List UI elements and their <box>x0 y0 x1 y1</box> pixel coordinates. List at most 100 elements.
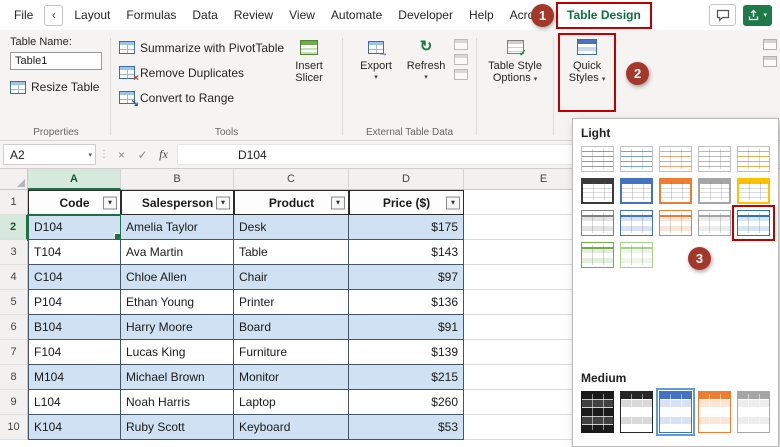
cell-b7[interactable]: Lucas King <box>121 340 234 365</box>
style-thumbnail[interactable] <box>620 210 653 236</box>
cell-b5[interactable]: Ethan Young <box>121 290 234 315</box>
resize-table-button[interactable]: Resize Table <box>10 80 102 94</box>
cell-a2[interactable]: D104 <box>28 215 121 240</box>
style-thumbnail[interactable] <box>659 178 692 204</box>
share-button[interactable]: ▾ <box>743 5 772 26</box>
comments-button[interactable] <box>709 4 736 26</box>
style-thumbnail[interactable] <box>620 242 653 268</box>
tab-formulas[interactable]: Formulas <box>118 0 184 30</box>
cell-d9[interactable]: $260 <box>349 390 464 415</box>
cell-b1[interactable]: Salesperson▾ <box>121 190 234 215</box>
style-thumbnail[interactable] <box>737 391 770 433</box>
cell-a3[interactable]: T104 <box>28 240 121 265</box>
filter-button[interactable]: ▾ <box>103 196 117 209</box>
select-all-corner[interactable] <box>0 169 28 190</box>
cell-b3[interactable]: Ava Martin <box>121 240 234 265</box>
filter-button[interactable]: ▾ <box>216 196 230 209</box>
cell-a4[interactable]: C104 <box>28 265 121 290</box>
cell-d5[interactable]: $136 <box>349 290 464 315</box>
table-name-input[interactable] <box>10 52 102 70</box>
style-thumbnail[interactable] <box>581 391 614 433</box>
cell-a7[interactable]: F104 <box>28 340 121 365</box>
style-thumbnail[interactable] <box>581 242 614 268</box>
row-header-5[interactable]: 5 <box>0 290 28 315</box>
cell-a6[interactable]: B104 <box>28 315 121 340</box>
cell-d3[interactable]: $143 <box>349 240 464 265</box>
cell-a10[interactable]: K104 <box>28 415 121 440</box>
summarize-with-pivottable-button[interactable]: Summarize with PivotTable <box>119 38 284 57</box>
tab-view[interactable]: View <box>281 0 323 30</box>
enter-button[interactable]: ✓ <box>133 148 152 162</box>
cell-b6[interactable]: Harry Moore <box>121 315 234 340</box>
cell-d1[interactable]: Price ($)▾ <box>349 190 464 215</box>
quick-styles-button[interactable]: Quick Styles ▾ <box>562 35 612 86</box>
cell-b2[interactable]: Amelia Taylor <box>121 215 234 240</box>
cell-b8[interactable]: Michael Brown <box>121 365 234 390</box>
row-header-9[interactable]: 9 <box>0 390 28 415</box>
filter-button[interactable]: ▾ <box>331 196 345 209</box>
tab-file[interactable]: File <box>6 0 41 30</box>
cell-a1[interactable]: Code▾ <box>28 190 121 215</box>
style-thumbnail[interactable] <box>581 210 614 236</box>
cell-c1[interactable]: Product▾ <box>234 190 349 215</box>
table-style-options-button[interactable]: ✓ Table Style Options ▾ <box>485 35 545 86</box>
cell-d4[interactable]: $97 <box>349 265 464 290</box>
convert-to-range-button[interactable]: ↘ Convert to Range <box>119 88 284 107</box>
cell-c6[interactable]: Board <box>234 315 349 340</box>
style-thumbnail[interactable] <box>737 210 770 236</box>
column-header-a[interactable]: A <box>28 169 121 190</box>
row-header-4[interactable]: 4 <box>0 265 28 290</box>
tab-acrobat[interactable]: Acrobat <box>502 0 559 30</box>
column-header-b[interactable]: B <box>121 169 234 190</box>
row-header-3[interactable]: 3 <box>0 240 28 265</box>
cell-c7[interactable]: Furniture <box>234 340 349 365</box>
style-thumbnail[interactable] <box>620 391 653 433</box>
style-thumbnail[interactable] <box>698 178 731 204</box>
style-thumbnail[interactable] <box>620 146 653 172</box>
cell-c9[interactable]: Laptop <box>234 390 349 415</box>
cell-b4[interactable]: Chloe Allen <box>121 265 234 290</box>
tab-help[interactable]: Help <box>461 0 502 30</box>
row-header-2[interactable]: 2 <box>0 215 28 240</box>
tab-table-design[interactable]: Table Design <box>559 0 649 30</box>
cell-c3[interactable]: Table <box>234 240 349 265</box>
cancel-button[interactable]: × <box>112 148 131 162</box>
insert-function-button[interactable]: fx <box>154 147 173 162</box>
tab-automate[interactable]: Automate <box>323 0 390 30</box>
row-header-7[interactable]: 7 <box>0 340 28 365</box>
style-thumbnail[interactable] <box>581 146 614 172</box>
cell-b9[interactable]: Noah Harris <box>121 390 234 415</box>
name-box[interactable]: A2 ▾ <box>3 144 96 165</box>
style-thumbnail[interactable] <box>698 210 731 236</box>
style-thumbnail[interactable] <box>581 178 614 204</box>
cell-c4[interactable]: Chair <box>234 265 349 290</box>
row-header-8[interactable]: 8 <box>0 365 28 390</box>
column-header-d[interactable]: D <box>349 169 464 190</box>
cell-d2[interactable]: $175 <box>349 215 464 240</box>
remove-duplicates-button[interactable]: × Remove Duplicates <box>119 63 284 82</box>
open-in-browser-icon[interactable] <box>454 54 468 65</box>
cell-d7[interactable]: $139 <box>349 340 464 365</box>
filter-button[interactable]: ▾ <box>446 196 460 209</box>
cell-d8[interactable]: $215 <box>349 365 464 390</box>
style-thumbnail[interactable] <box>737 178 770 204</box>
export-button[interactable]: → Export ▾ <box>351 35 401 125</box>
cell-a9[interactable]: L104 <box>28 390 121 415</box>
style-thumbnail[interactable] <box>659 146 692 172</box>
style-thumbnail[interactable] <box>698 146 731 172</box>
cell-c8[interactable]: Monitor <box>234 365 349 390</box>
style-thumbnail[interactable] <box>698 391 731 433</box>
row-header-10[interactable]: 10 <box>0 415 28 440</box>
style-thumbnail[interactable] <box>659 391 692 433</box>
formula-bar-splitter[interactable]: ⋮ <box>99 149 109 160</box>
fill-handle[interactable] <box>114 233 121 240</box>
row-header-1[interactable]: 1 <box>0 190 28 215</box>
style-thumbnail[interactable] <box>737 146 770 172</box>
cell-c10[interactable]: Keyboard <box>234 415 349 440</box>
unlink-icon[interactable] <box>454 69 468 80</box>
insert-slicer-button[interactable]: Insert Slicer <box>284 35 334 125</box>
cell-b10[interactable]: Ruby Scott <box>121 415 234 440</box>
data-range-properties-icon[interactable] <box>454 39 468 50</box>
cell-d6[interactable]: $91 <box>349 315 464 340</box>
cell-c2[interactable]: Desk <box>234 215 349 240</box>
